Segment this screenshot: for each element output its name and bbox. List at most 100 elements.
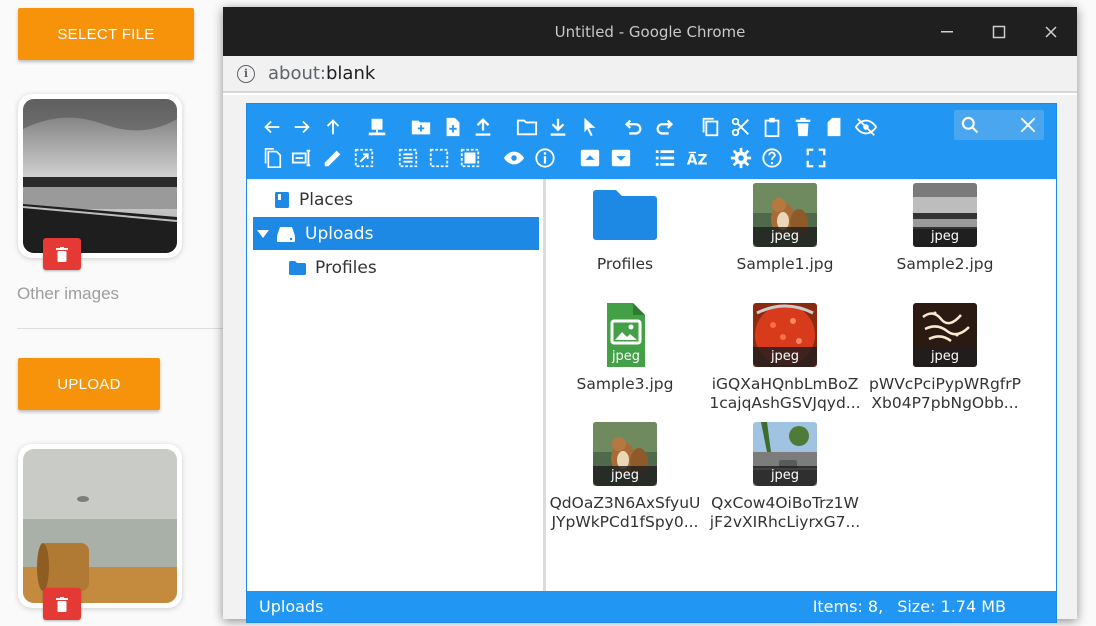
forward-icon[interactable] bbox=[289, 114, 315, 140]
address-bar[interactable]: i about:blank bbox=[223, 56, 1077, 93]
tree-item-places[interactable]: Places bbox=[253, 183, 539, 216]
empty-icon[interactable] bbox=[821, 114, 847, 140]
minimize-icon bbox=[941, 30, 953, 32]
minimize-button[interactable] bbox=[921, 7, 973, 56]
select-none-icon[interactable] bbox=[426, 145, 452, 171]
close-button[interactable] bbox=[1025, 7, 1077, 56]
paste-icon[interactable] bbox=[759, 114, 785, 140]
delete-image-button[interactable] bbox=[43, 588, 81, 620]
upload-button[interactable]: UPLOAD bbox=[18, 358, 160, 410]
search-icon[interactable] bbox=[960, 115, 980, 135]
file-item[interactable]: jpeg Sample1.jpg bbox=[709, 183, 861, 274]
info-icon[interactable]: i bbox=[237, 64, 255, 83]
file-type-badge: jpeg bbox=[611, 349, 641, 364]
file-item[interactable]: jpeg iGQXaHQnbLmBoZ 1cajqAshGSVJqyd... bbox=[709, 303, 861, 413]
file-grid: Profiles jpeg Sample1.jpg jpeg Sample2.j… bbox=[549, 179, 1057, 594]
other-images-label: Other images bbox=[17, 284, 120, 303]
file-name: QxCow4OiBoTrz1W jF2vXIRhcLiyrxG7... bbox=[709, 494, 861, 531]
file-manager: AZ Places Uploads Profiles Profiles jpeg… bbox=[246, 103, 1057, 623]
thumbnail: jpeg bbox=[913, 303, 977, 367]
thumbnail: jpeg bbox=[753, 303, 817, 367]
file-type-badge: jpeg bbox=[753, 227, 817, 247]
close-icon bbox=[1045, 25, 1057, 38]
drive-icon bbox=[277, 226, 295, 242]
file-item[interactable]: jpeg Sample2.jpg bbox=[869, 183, 1021, 274]
file-item[interactable]: jpeg QxCow4OiBoTrz1W jF2vXIRhcLiyrxG7... bbox=[709, 422, 861, 532]
svg-text:AZ: AZ bbox=[687, 152, 708, 168]
clear-search-icon[interactable] bbox=[1018, 115, 1038, 135]
tree-item-label: Places bbox=[299, 189, 354, 210]
edit-icon[interactable] bbox=[320, 145, 346, 171]
file-item-folder[interactable]: Profiles bbox=[549, 183, 701, 274]
list-view-icon[interactable] bbox=[652, 145, 678, 171]
image-card bbox=[18, 94, 182, 270]
maximize-icon bbox=[992, 25, 1006, 38]
redo-icon[interactable] bbox=[652, 114, 678, 140]
info-icon[interactable] bbox=[532, 145, 558, 171]
trash-icon bbox=[56, 596, 68, 612]
status-location: Uploads bbox=[259, 597, 324, 616]
folder-icon bbox=[593, 183, 657, 247]
delete-image-button[interactable] bbox=[43, 238, 81, 270]
image-file-icon: jpeg bbox=[593, 303, 657, 367]
file-name: iGQXaHQnbLmBoZ 1cajqAshGSVJqyd... bbox=[709, 375, 861, 412]
rename-icon[interactable] bbox=[289, 145, 315, 171]
help-icon[interactable] bbox=[759, 145, 785, 171]
settings-icon[interactable] bbox=[728, 145, 754, 171]
sort-icon[interactable]: AZ bbox=[684, 145, 710, 171]
file-item[interactable]: jpeg Sample3.jpg bbox=[549, 303, 701, 394]
select-file-button[interactable]: SELECT FILE bbox=[18, 8, 194, 60]
thumbnail: jpeg bbox=[593, 422, 657, 486]
select-icon[interactable] bbox=[576, 114, 602, 140]
thumbnail: jpeg bbox=[753, 422, 817, 486]
hay-bale-photo bbox=[23, 449, 177, 603]
status-size: Size: 1.74 MB bbox=[897, 597, 1006, 616]
tree-item-uploads[interactable]: Uploads bbox=[253, 217, 539, 250]
resize-icon[interactable] bbox=[351, 145, 377, 171]
file-type-badge: jpeg bbox=[593, 466, 657, 486]
chrome-popup-window: Untitled - Google Chrome i about:blank A… bbox=[223, 7, 1077, 623]
folder-icon bbox=[289, 260, 306, 275]
upload-icon[interactable] bbox=[470, 114, 496, 140]
lake-photo bbox=[23, 99, 177, 253]
download-icon[interactable] bbox=[545, 114, 571, 140]
tree-item-label: Uploads bbox=[305, 223, 374, 244]
select-all-icon[interactable] bbox=[395, 145, 421, 171]
search-box[interactable] bbox=[954, 110, 1044, 140]
archive-icon[interactable] bbox=[608, 145, 634, 171]
status-item-count: Items: 8, bbox=[812, 597, 884, 616]
file-item[interactable]: jpeg QdOaZ3N6AxSfyuU JYpWkPCd1fSpy0... bbox=[549, 422, 701, 532]
tree-item-profiles[interactable]: Profiles bbox=[253, 251, 539, 284]
duplicate-icon[interactable] bbox=[259, 145, 285, 171]
hide-icon[interactable] bbox=[853, 114, 879, 140]
file-item[interactable]: jpeg pWVcPciPypWRgfrP Xb04P7pbNgObb... bbox=[869, 303, 1021, 413]
up-icon[interactable] bbox=[320, 114, 346, 140]
tree-item-label: Profiles bbox=[315, 257, 377, 278]
back-icon[interactable] bbox=[259, 114, 285, 140]
cut-icon[interactable] bbox=[728, 114, 754, 140]
new-file-icon[interactable] bbox=[440, 114, 466, 140]
maximize-button[interactable] bbox=[973, 7, 1025, 56]
file-type-badge: jpeg bbox=[913, 227, 977, 247]
file-type-badge: jpeg bbox=[913, 347, 977, 367]
fullscreen-icon[interactable] bbox=[803, 145, 829, 171]
image-card bbox=[18, 444, 182, 620]
file-name: pWVcPciPypWRgfrP Xb04P7pbNgObb... bbox=[869, 375, 1021, 412]
file-name: Sample3.jpg bbox=[576, 375, 674, 393]
new-folder-icon[interactable] bbox=[408, 114, 434, 140]
extract-icon[interactable] bbox=[577, 145, 603, 171]
thumbnail: jpeg bbox=[753, 183, 817, 247]
divider bbox=[17, 328, 227, 329]
computer-icon[interactable] bbox=[364, 114, 390, 140]
copy-icon[interactable] bbox=[697, 114, 723, 140]
open-folder-icon[interactable] bbox=[514, 114, 540, 140]
invert-selection-icon[interactable] bbox=[457, 145, 483, 171]
undo-icon[interactable] bbox=[620, 114, 646, 140]
file-name: Profiles bbox=[596, 255, 654, 273]
delete-icon[interactable] bbox=[790, 114, 816, 140]
file-type-badge: jpeg bbox=[753, 466, 817, 486]
view-icon[interactable] bbox=[501, 145, 527, 171]
title-bar: Untitled - Google Chrome bbox=[223, 7, 1077, 56]
folder-tree: Places Uploads Profiles bbox=[247, 179, 546, 594]
expand-arrow-icon[interactable] bbox=[257, 229, 269, 239]
